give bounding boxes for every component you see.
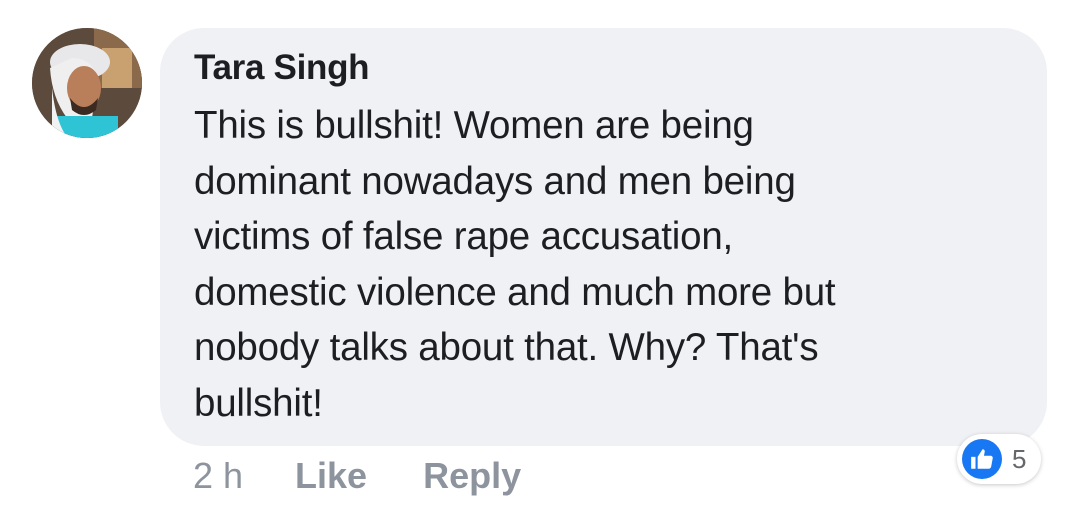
profile-photo	[32, 28, 142, 138]
reply-button[interactable]: Reply	[423, 455, 521, 497]
comment-actions: 2 h Like Reply	[193, 453, 521, 499]
comment: Tara Singh This is bullshit! Women are b…	[0, 0, 1080, 515]
avatar[interactable]	[32, 28, 142, 138]
comment-text: This is bullshit! Women are being domina…	[194, 104, 836, 425]
comment-timestamp[interactable]: 2 h	[193, 455, 243, 497]
reactions-badge[interactable]: 5	[957, 434, 1041, 484]
reaction-count: 5	[1012, 443, 1027, 474]
like-button[interactable]: Like	[295, 455, 367, 497]
comment-author[interactable]: Tara Singh	[194, 46, 1007, 90]
like-icon	[962, 439, 1002, 479]
comment-bubble: Tara Singh This is bullshit! Women are b…	[160, 28, 1047, 446]
